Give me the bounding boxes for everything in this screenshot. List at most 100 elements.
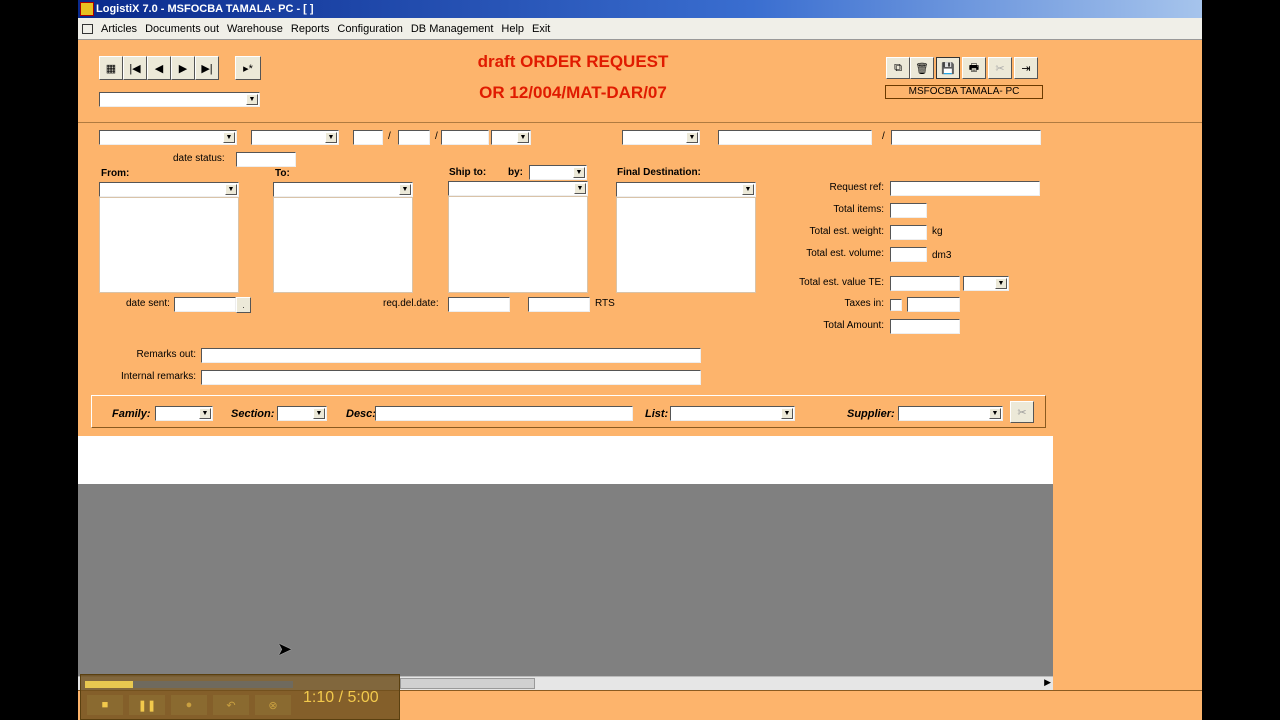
chevron-down-icon: ▼ <box>574 183 586 194</box>
status-select[interactable]: ▼ <box>251 130 339 145</box>
ship-to-label: Ship to: <box>449 167 487 178</box>
stop-icon: ■ <box>101 699 109 711</box>
menu-db-management[interactable]: DB Management <box>411 23 494 35</box>
request-ref-field[interactable] <box>890 181 1040 196</box>
doc-type-select[interactable]: ▼ <box>99 130 237 145</box>
close-circle-icon: ⊗ <box>268 699 278 712</box>
currency-select[interactable]: ▼ <box>963 276 1009 291</box>
clear-filter-button[interactable]: ✂ <box>1010 401 1034 423</box>
clear-filter-icon: ✂ <box>1017 406 1027 419</box>
code-field-3[interactable] <box>441 130 489 145</box>
last-record-icon: ▶| <box>201 62 213 75</box>
desc-field[interactable] <box>375 406 633 421</box>
menu-exit[interactable]: Exit <box>532 23 550 35</box>
chevron-down-icon: ▼ <box>223 132 235 143</box>
next-record-button[interactable]: ▶ <box>171 56 195 80</box>
total-value-field[interactable] <box>890 276 960 291</box>
reference-field-1[interactable] <box>718 130 872 145</box>
section-label: Section: <box>231 408 275 420</box>
list-label: List: <box>645 408 669 420</box>
final-destination-select[interactable]: ▼ <box>616 182 756 197</box>
copy-button[interactable]: ⧉ <box>886 57 910 79</box>
family-label: Family: <box>112 408 151 420</box>
total-volume-label: Total est. volume: <box>806 248 884 259</box>
separator: / <box>435 131 438 142</box>
total-items-field[interactable] <box>890 203 927 218</box>
save-button[interactable]: 💾 <box>936 57 960 79</box>
cancel-recording-button[interactable]: ⊗ <box>255 695 291 715</box>
chevron-down-icon: ▼ <box>225 184 237 195</box>
last-record-button[interactable]: ▶| <box>195 56 219 80</box>
divider <box>78 122 1202 123</box>
to-address[interactable] <box>273 197 413 293</box>
exit-button[interactable]: ⇥ <box>1014 57 1038 79</box>
new-record-icon: ▸* <box>243 62 253 75</box>
mouse-cursor-icon: ➤ <box>277 639 293 659</box>
rts-date-field[interactable] <box>528 297 590 312</box>
menu-help[interactable]: Help <box>501 23 524 35</box>
from-select[interactable]: ▼ <box>99 182 239 197</box>
list-select[interactable]: ▼ <box>670 406 795 421</box>
code-field-2[interactable] <box>398 130 430 145</box>
progress-track[interactable] <box>85 681 293 688</box>
section-select[interactable]: ▼ <box>277 406 327 421</box>
scroll-right-icon[interactable]: ▶ <box>1044 677 1051 688</box>
pause-icon: ❚❚ <box>137 699 157 712</box>
ship-to-address[interactable] <box>448 196 588 293</box>
code-select[interactable]: ▼ <box>491 130 531 145</box>
cancel-button[interactable]: ✂ <box>988 57 1012 79</box>
copy-icon: ⧉ <box>894 61 902 74</box>
menu-reports[interactable]: Reports <box>291 23 330 35</box>
new-record-button[interactable]: ▸* <box>235 56 261 80</box>
final-destination-address[interactable] <box>616 197 756 293</box>
reference-field-2[interactable] <box>891 130 1041 145</box>
menu-warehouse[interactable]: Warehouse <box>227 23 283 35</box>
req-del-date-field[interactable] <box>448 297 510 312</box>
record-selector[interactable]: ▼ <box>99 92 260 107</box>
title-bar: LogistiX 7.0 - MSFOCBA TAMALA- PC - [ ] <box>78 0 1202 18</box>
code-field-1[interactable] <box>353 130 383 145</box>
menu-bar: Articles Documents out Warehouse Reports… <box>78 18 1202 40</box>
date-picker-button[interactable]: . <box>236 297 251 313</box>
app-icon <box>80 2 94 16</box>
type-select[interactable]: ▼ <box>622 130 700 145</box>
internal-remarks-field[interactable] <box>201 370 701 385</box>
date-sent-label: date sent: <box>126 298 170 309</box>
supplier-select[interactable]: ▼ <box>898 406 1003 421</box>
date-sent-field[interactable] <box>174 297 236 312</box>
total-amount-field[interactable] <box>890 319 960 334</box>
from-address[interactable] <box>99 197 239 293</box>
taxes-field[interactable] <box>907 297 960 312</box>
previous-record-button[interactable]: ◀ <box>147 56 171 80</box>
stop-button[interactable]: ■ <box>87 695 123 715</box>
ship-to-select[interactable]: ▼ <box>448 181 588 196</box>
grid-view-button[interactable]: ▦ <box>99 56 123 80</box>
total-weight-field[interactable] <box>890 225 927 240</box>
microphone-icon: ● <box>185 699 193 711</box>
menu-documents-out[interactable]: Documents out <box>145 23 219 35</box>
chevron-down-icon: ▼ <box>989 408 1001 419</box>
system-menu-icon[interactable] <box>82 23 93 34</box>
first-record-button[interactable]: |◀ <box>123 56 147 80</box>
delete-button[interactable]: 🗑 <box>910 57 934 79</box>
print-button[interactable]: 🖶 <box>962 57 986 79</box>
kg-unit: kg <box>932 226 943 237</box>
family-select[interactable]: ▼ <box>155 406 213 421</box>
to-select[interactable]: ▼ <box>273 182 413 197</box>
pause-button[interactable]: ❚❚ <box>129 695 165 715</box>
microphone-button[interactable]: ● <box>171 695 207 715</box>
page-title: draft ORDER REQUEST <box>477 52 669 71</box>
date-status-field[interactable] <box>236 152 296 167</box>
cancel-icon: ✂ <box>995 62 1005 75</box>
menu-articles[interactable]: Articles <box>101 23 137 35</box>
scrollbar-thumb[interactable] <box>400 678 535 689</box>
menu-configuration[interactable]: Configuration <box>337 23 402 35</box>
undo-button[interactable]: ↶ <box>213 695 249 715</box>
remarks-out-field[interactable] <box>201 348 701 363</box>
total-volume-field[interactable] <box>890 247 927 262</box>
items-grid[interactable] <box>78 484 1053 676</box>
chevron-down-icon: ▼ <box>781 408 793 419</box>
by-select[interactable]: ▼ <box>529 165 587 180</box>
undo-icon: ↶ <box>226 699 236 712</box>
taxes-in-checkbox[interactable] <box>890 299 902 311</box>
